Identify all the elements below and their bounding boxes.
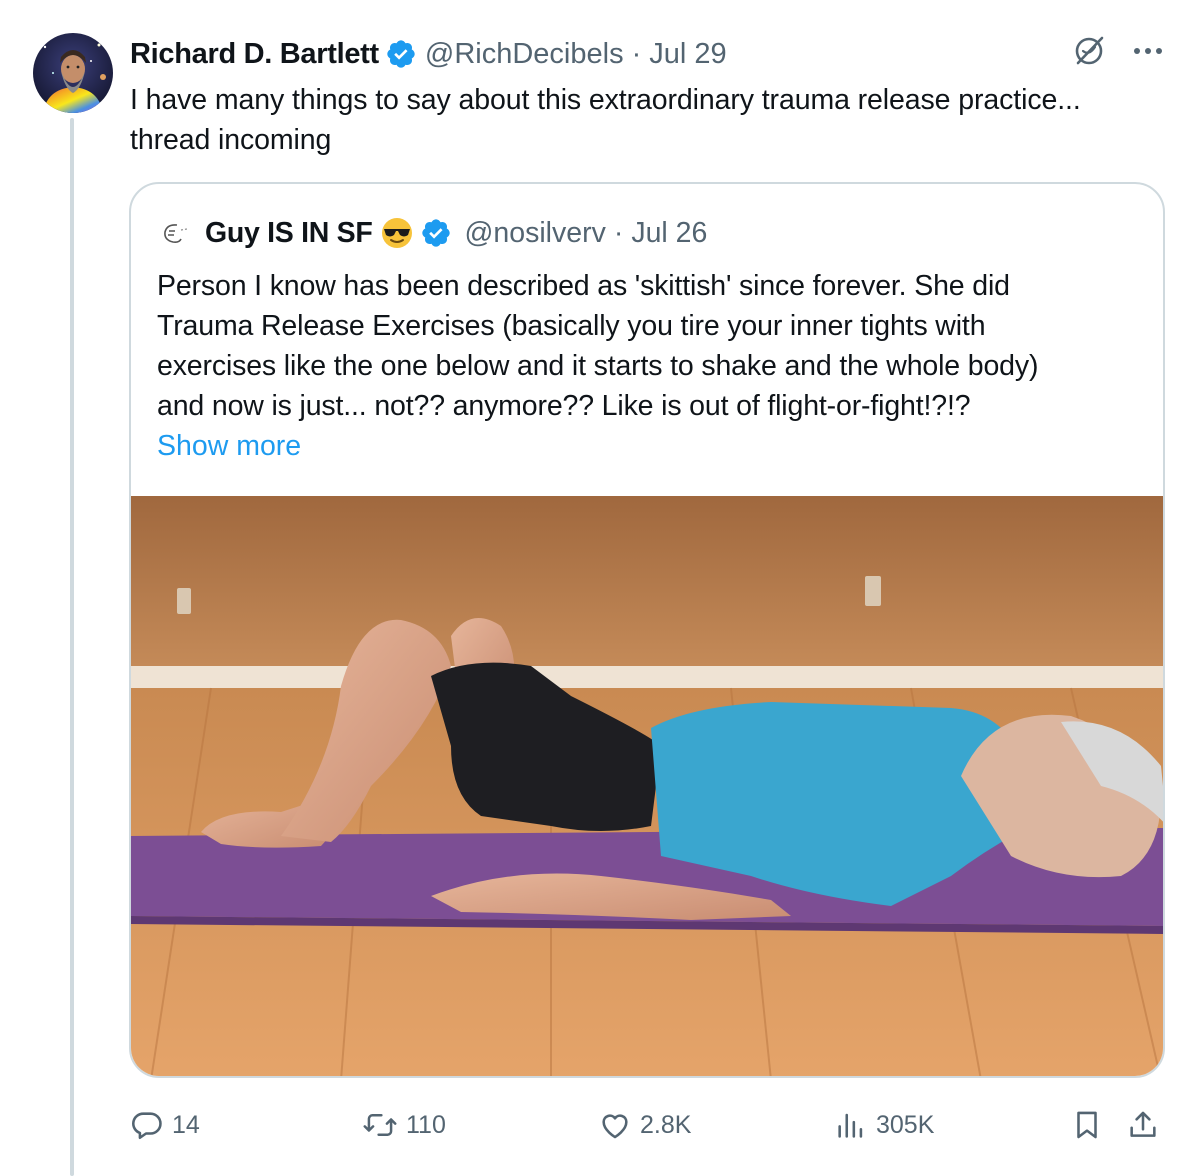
sunglasses-emoji-icon <box>380 216 414 250</box>
bookmark-icon <box>1070 1108 1104 1142</box>
header-actions <box>1072 34 1164 68</box>
quoted-verified-badge-icon[interactable] <box>420 217 452 249</box>
quoted-text-line: Trauma Release Exercises (basically you … <box>157 310 986 342</box>
reply-icon <box>130 1108 164 1142</box>
tweet-date[interactable]: Jul 29 <box>649 38 726 71</box>
quoted-media-image[interactable] <box>131 496 1163 1076</box>
tweet-text: I have many things to say about this ext… <box>130 80 1170 160</box>
share-icon <box>1126 1108 1160 1142</box>
repost-button[interactable]: 110 <box>362 1098 446 1152</box>
quoted-tweet-text: Person I know has been described as 'ski… <box>157 266 1147 426</box>
quoted-text-line: exercises like the one below and it star… <box>157 350 1039 382</box>
repost-count: 110 <box>406 1110 446 1139</box>
separator-dot: · <box>631 37 642 70</box>
thread-line <box>70 118 74 1176</box>
quoted-text-line: and now is just... not?? anymore?? Like … <box>157 390 971 422</box>
quoted-display-name[interactable]: Guy IS IN SF <box>205 217 373 250</box>
quoted-tweet-header: Guy IS IN SF @nosilverv · Jul 26 <box>157 210 707 256</box>
view-count: 305K <box>876 1110 935 1139</box>
separator-dot: · <box>613 216 624 249</box>
author-handle[interactable]: @RichDecibels <box>425 38 624 71</box>
tweet-header: Richard D. Bartlett @RichDecibels · Jul … <box>130 32 1164 76</box>
show-more-link[interactable]: Show more <box>157 426 301 466</box>
verified-badge-icon[interactable] <box>385 38 417 70</box>
reply-count: 14 <box>172 1110 200 1139</box>
analytics-icon <box>834 1108 868 1142</box>
author-display-name[interactable]: Richard D. Bartlett <box>130 38 379 71</box>
bookmark-button[interactable] <box>1070 1098 1104 1152</box>
reply-button[interactable]: 14 <box>130 1098 200 1152</box>
grok-icon[interactable] <box>1072 34 1106 68</box>
quoted-text-line: Person I know has been described as 'ski… <box>157 270 1010 302</box>
share-button[interactable] <box>1126 1098 1160 1152</box>
tweet-actions-bar: 14 110 2.8K 305K <box>130 1098 1170 1152</box>
quoted-date[interactable]: Jul 26 <box>631 217 707 250</box>
heart-icon <box>598 1108 632 1142</box>
repost-icon <box>362 1108 398 1142</box>
quoted-author-avatar[interactable] <box>157 216 191 250</box>
author-avatar[interactable] <box>33 33 113 113</box>
tweet-text-line: thread incoming <box>130 124 332 156</box>
tweet-text-line: I have many things to say about this ext… <box>130 84 1081 116</box>
views-button[interactable]: 305K <box>834 1098 934 1152</box>
quoted-handle[interactable]: @nosilverv <box>464 217 605 250</box>
like-count: 2.8K <box>640 1110 692 1139</box>
quoted-tweet[interactable]: Guy IS IN SF @nosilverv · Jul 26 Person … <box>129 182 1165 1078</box>
like-button[interactable]: 2.8K <box>598 1098 691 1152</box>
more-icon[interactable] <box>1132 46 1164 56</box>
